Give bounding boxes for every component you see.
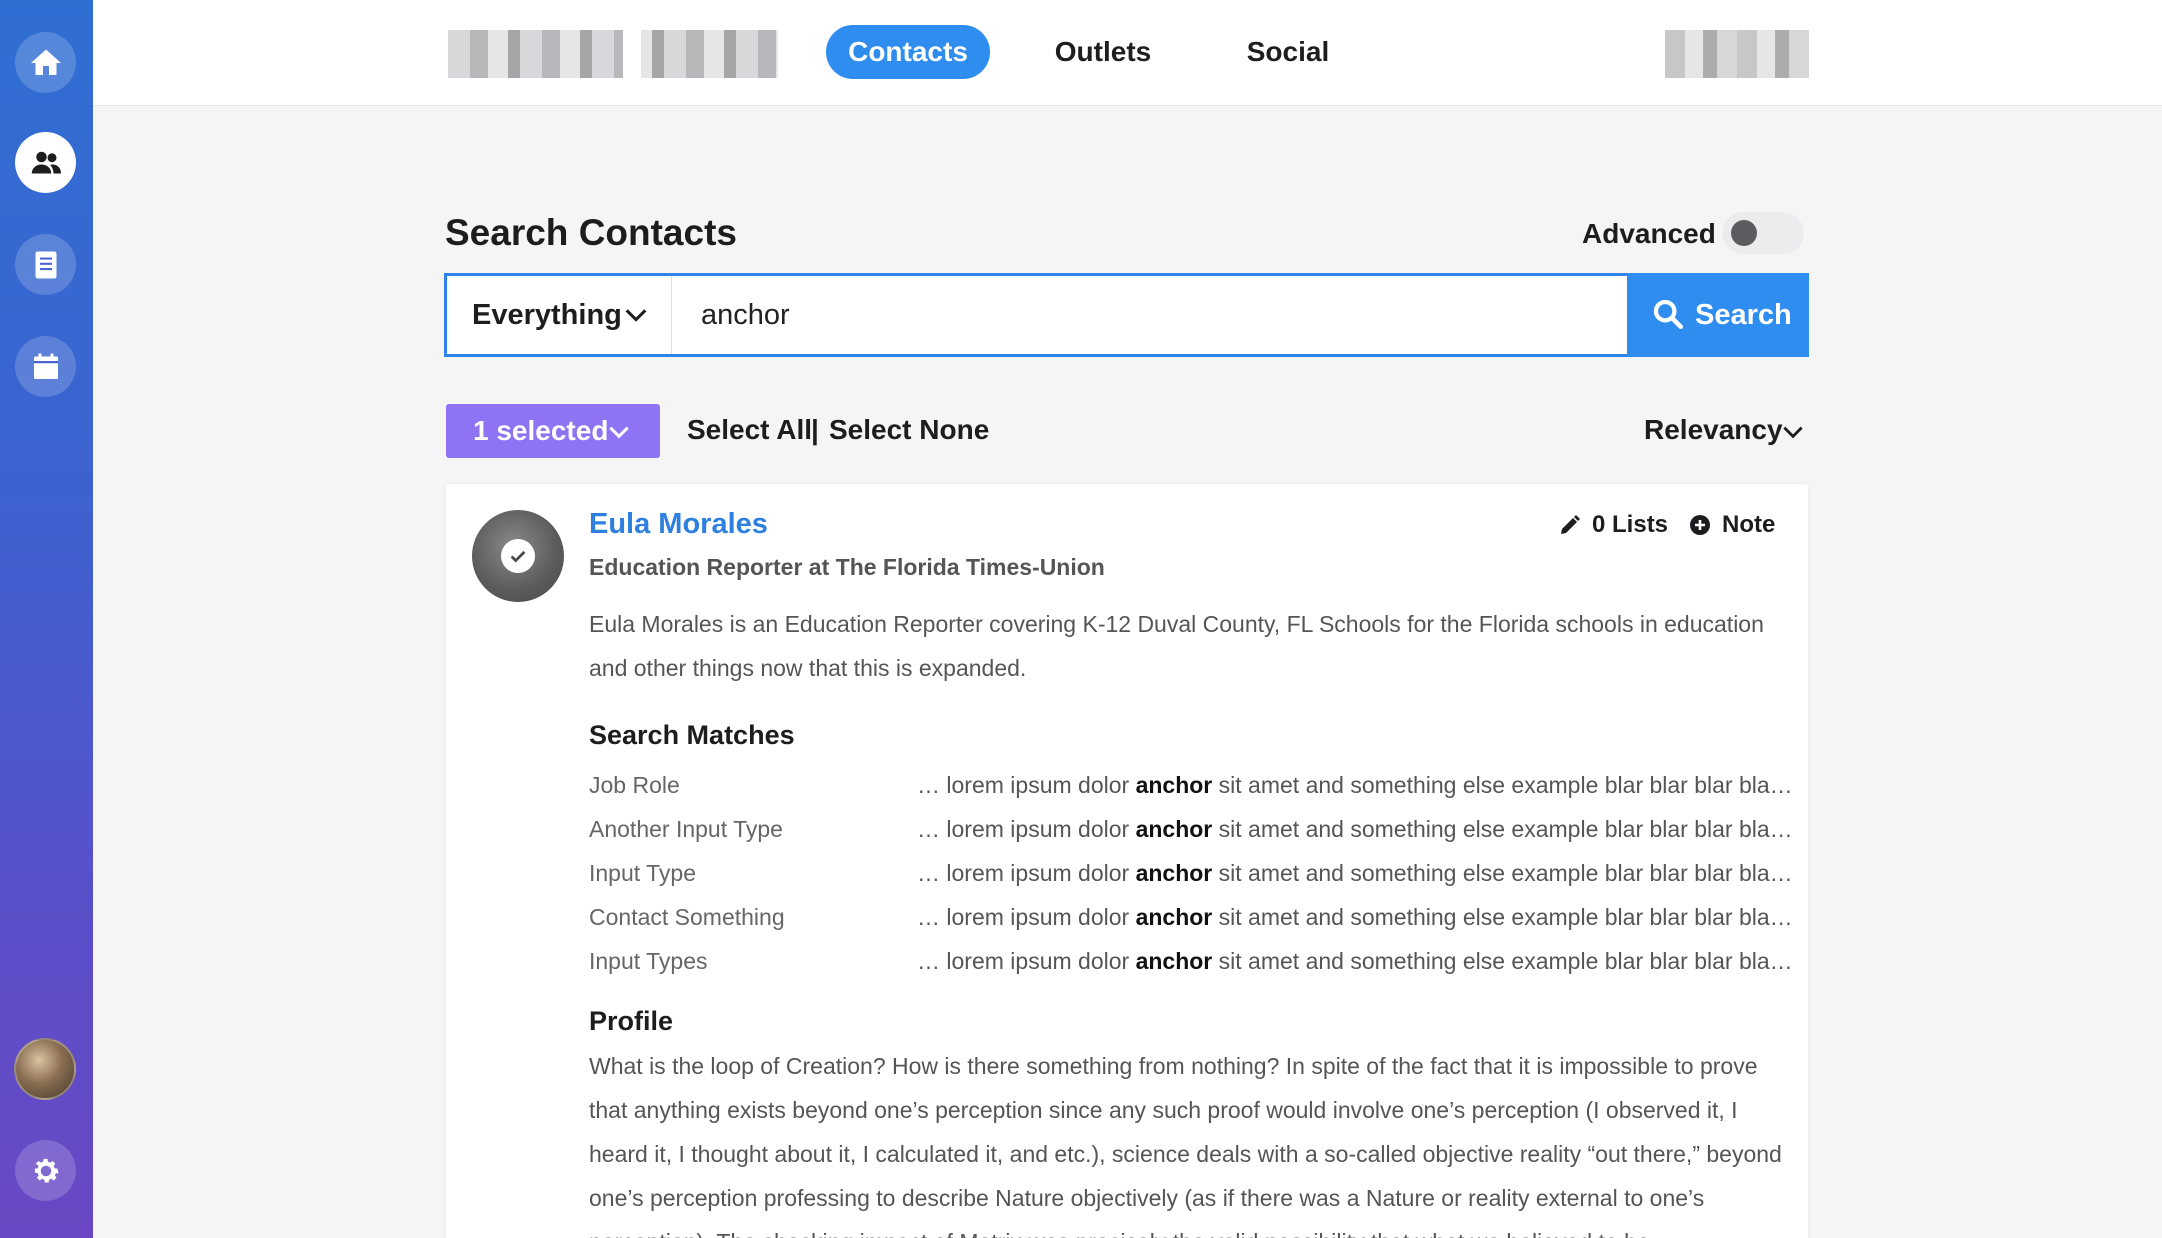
chevron-down-icon[interactable]: [1780, 419, 1806, 445]
select-none-link[interactable]: Select None: [829, 414, 989, 446]
lists-count: 0 Lists: [1592, 511, 1669, 538]
match-term: anchor: [1135, 860, 1213, 886]
match-row: Contact Something … lorem ipsum dolor an…: [589, 904, 1793, 944]
match-snippet: … lorem ipsum dolor anchor sit amet and …: [917, 860, 1793, 886]
chevron-down-icon: [625, 309, 647, 322]
contact-select-checkbox[interactable]: [472, 510, 564, 602]
add-note-button[interactable]: Note: [1688, 511, 1775, 539]
search-button[interactable]: Search: [1627, 273, 1809, 357]
profile-heading: Profile: [589, 1006, 674, 1036]
toggle-knob: [1731, 220, 1757, 246]
nav-contacts-button[interactable]: [15, 132, 76, 193]
advanced-label: Advanced: [1582, 218, 1716, 249]
nav-home-button[interactable]: [15, 32, 76, 93]
search-button-label: Search: [1695, 298, 1792, 331]
match-term: anchor: [1135, 772, 1213, 798]
tab-social[interactable]: Social: [1223, 25, 1353, 79]
match-row: Job Role … lorem ipsum dolor anchor sit …: [589, 772, 1793, 812]
match-row: Input Types … lorem ipsum dolor anchor s…: [589, 948, 1793, 988]
tab-contacts[interactable]: Contacts: [826, 25, 990, 79]
user-avatar[interactable]: [14, 1038, 76, 1100]
page-title: Search Contacts: [445, 212, 737, 253]
contact-title: Education Reporter at The Florida Times-…: [589, 554, 1105, 580]
match-term: anchor: [1135, 904, 1213, 930]
match-row: Another Input Type … lorem ipsum dolor a…: [589, 816, 1793, 856]
top-bar: Contacts Outlets Social: [93, 0, 2162, 106]
gear-icon: [34, 1158, 59, 1183]
select-all-link[interactable]: Select All: [687, 414, 812, 446]
document-icon: [35, 251, 56, 278]
lists-button[interactable]: 0 Lists: [1558, 511, 1668, 539]
selected-count: 1 selected: [473, 415, 609, 446]
contact-card: Eula Morales Education Reporter at The F…: [446, 484, 1808, 1238]
advanced-toggle[interactable]: [1722, 212, 1804, 254]
match-snippet: … lorem ipsum dolor anchor sit amet and …: [917, 816, 1793, 842]
tab-outlets[interactable]: Outlets: [1033, 25, 1173, 79]
match-field: Job Role: [589, 772, 680, 798]
match-field: Input Types: [589, 948, 708, 974]
select-separator: |: [811, 414, 819, 445]
contacts-icon: [31, 151, 61, 173]
note-label: Note: [1722, 511, 1776, 538]
brand-logo[interactable]: [448, 30, 778, 78]
match-row: Input Type … lorem ipsum dolor anchor si…: [589, 860, 1793, 900]
match-field: Contact Something: [589, 904, 785, 930]
search-icon: [1653, 299, 1684, 330]
nav-calendar-button[interactable]: [15, 336, 76, 397]
profile-text: What is the loop of Creation? How is the…: [589, 1053, 1782, 1238]
search-matches-heading: Search Matches: [589, 720, 795, 750]
plus-circle-icon: [1690, 515, 1710, 535]
selection-dropdown[interactable]: 1 selected: [446, 404, 660, 458]
match-field: Input Type: [589, 860, 696, 886]
pencil-icon: [1561, 515, 1580, 534]
match-term: anchor: [1135, 816, 1213, 842]
checkmark-icon: [510, 550, 526, 563]
match-snippet: … lorem ipsum dolor anchor sit amet and …: [917, 904, 1793, 930]
sort-dropdown[interactable]: Relevancy: [1644, 414, 1783, 446]
nav-documents-button[interactable]: [15, 234, 76, 295]
match-term: anchor: [1135, 948, 1213, 974]
match-snippet: … lorem ipsum dolor anchor sit amet and …: [917, 772, 1793, 798]
settings-button[interactable]: [15, 1140, 76, 1201]
calendar-icon: [33, 353, 58, 379]
search-bar: Everything Search: [444, 273, 1809, 357]
search-scope-dropdown[interactable]: Everything: [447, 276, 672, 354]
account-menu[interactable]: [1665, 30, 1809, 78]
contact-name-link[interactable]: Eula Morales: [589, 508, 768, 541]
contact-description: Eula Morales is an Education Reporter co…: [589, 611, 1764, 681]
home-icon: [30, 49, 61, 75]
sidebar: [0, 0, 93, 1238]
search-input[interactable]: [673, 276, 1627, 354]
search-scope-value: Everything: [472, 298, 622, 331]
match-snippet: … lorem ipsum dolor anchor sit amet and …: [917, 948, 1793, 974]
chevron-down-icon: [609, 426, 629, 439]
match-field: Another Input Type: [589, 816, 783, 842]
